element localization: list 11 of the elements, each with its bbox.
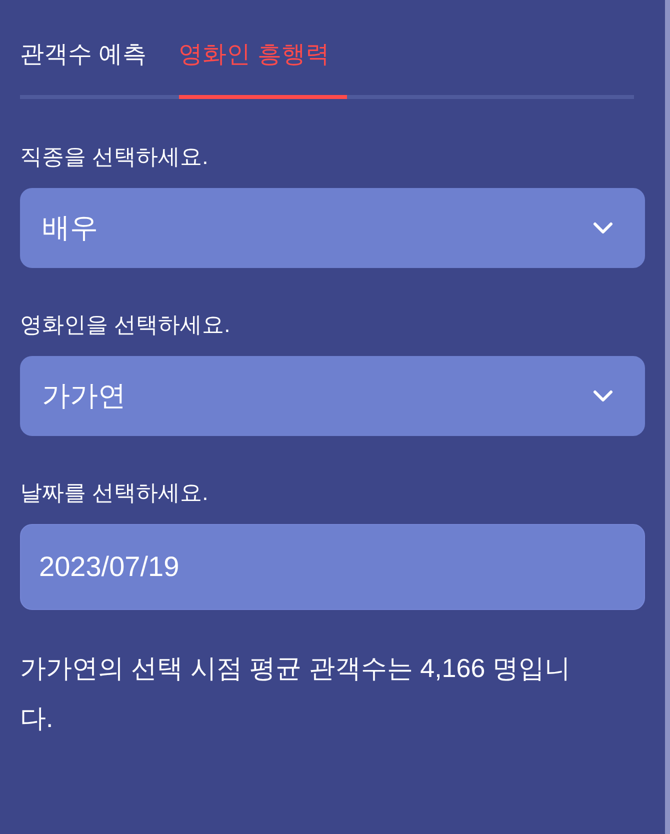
select-dropdown[interactable]: 가가연 bbox=[20, 356, 645, 436]
field-label: 직종을 선택하세요. bbox=[20, 143, 210, 171]
chevron-down-icon bbox=[593, 222, 613, 234]
chevron-down-icon bbox=[593, 390, 613, 402]
tab[interactable]: 영화인 흥행력 bbox=[178, 24, 348, 99]
field-label: 영화인을 선택하세요. bbox=[20, 311, 232, 339]
tab[interactable]: 관객수 예측 bbox=[20, 24, 165, 99]
date-input-field[interactable]: 2023/07/19 bbox=[20, 524, 645, 610]
result-text: 가가연의 선택 시점 평균 관객수는 4,166 명입니다. bbox=[20, 652, 572, 735]
select-dropdown[interactable]: 배우 bbox=[20, 188, 645, 268]
field-label: 날짜를 선택하세요. bbox=[20, 479, 210, 507]
